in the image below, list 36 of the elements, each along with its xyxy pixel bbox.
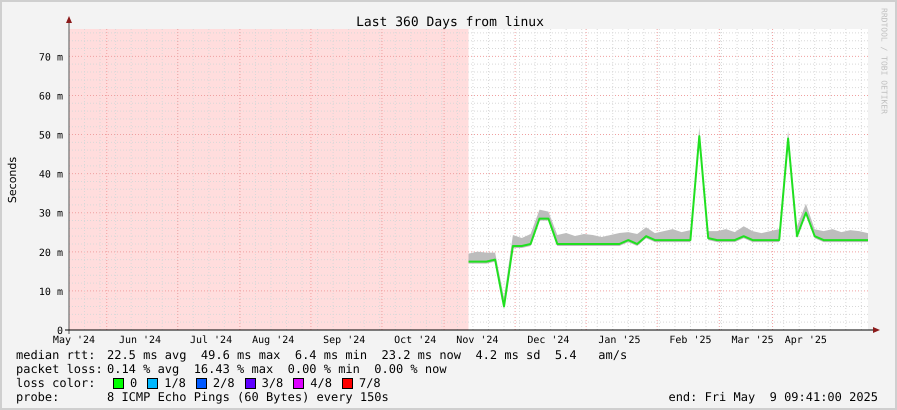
y-tick-label: 70 m bbox=[38, 52, 63, 64]
legend-label: median rtt: bbox=[16, 348, 96, 362]
y-tick-label: 0 bbox=[56, 326, 63, 337]
x-tick-label: Dec '24 bbox=[527, 335, 570, 346]
median-rtt-stats: 22.5 ms avg 49.6 ms max 6.4 ms min 23.2 ms now 4.2 ms sd 5.4 am/s bbox=[107, 348, 628, 362]
probe-description: 8 ICMP Echo Pings (60 Bytes) every 150s bbox=[107, 390, 389, 404]
y-axis-title: Seconds bbox=[6, 156, 19, 204]
loss-level-label: 2/8 bbox=[212, 376, 235, 390]
x-tick-label: Jun '24 bbox=[118, 335, 162, 346]
legend-label: packet loss: bbox=[16, 362, 104, 376]
y-tick-label: 10 m bbox=[38, 286, 63, 298]
x-tick-label: Feb '25 bbox=[669, 335, 712, 346]
x-tick-label: Oct '24 bbox=[394, 335, 436, 346]
x-tick-label: May '24 bbox=[52, 335, 96, 346]
loss-level-label: 0 bbox=[130, 376, 138, 390]
x-tick-label: Mar '25 bbox=[732, 335, 774, 346]
packet-loss-stats: 0.14 % avg 16.43 % max 0.00 % min 0.00 % now bbox=[107, 362, 447, 376]
loss-level-label: 4/8 bbox=[310, 376, 332, 390]
x-tick-label: Aug '24 bbox=[252, 335, 294, 346]
chart-title: Last 360 Days from linux bbox=[356, 15, 544, 30]
y-tick-label: 20 m bbox=[38, 248, 63, 259]
x-tick-label: Sep '24 bbox=[323, 335, 366, 346]
y-tick-label: 50 m bbox=[38, 130, 63, 142]
y-tick-label: 40 m bbox=[38, 170, 63, 181]
y-tick-label: 60 m bbox=[38, 91, 63, 102]
x-tick-label: Jul '24 bbox=[190, 335, 232, 346]
loss-level-label: 1/8 bbox=[164, 376, 186, 390]
legend-label: loss color: bbox=[16, 376, 96, 390]
x-tick-label: Nov '24 bbox=[456, 335, 498, 346]
loss-level-label: 7/8 bbox=[358, 376, 381, 390]
x-tick-label: Jan '25 bbox=[598, 335, 640, 346]
x-tick-label: Apr '25 bbox=[784, 335, 827, 346]
loss-level-label: 3/8 bbox=[262, 376, 284, 390]
legend-label: probe: bbox=[16, 390, 60, 404]
end-time: end: Fri May 9 09:41:00 2025 bbox=[668, 390, 878, 404]
y-tick-label: 30 m bbox=[38, 208, 63, 220]
